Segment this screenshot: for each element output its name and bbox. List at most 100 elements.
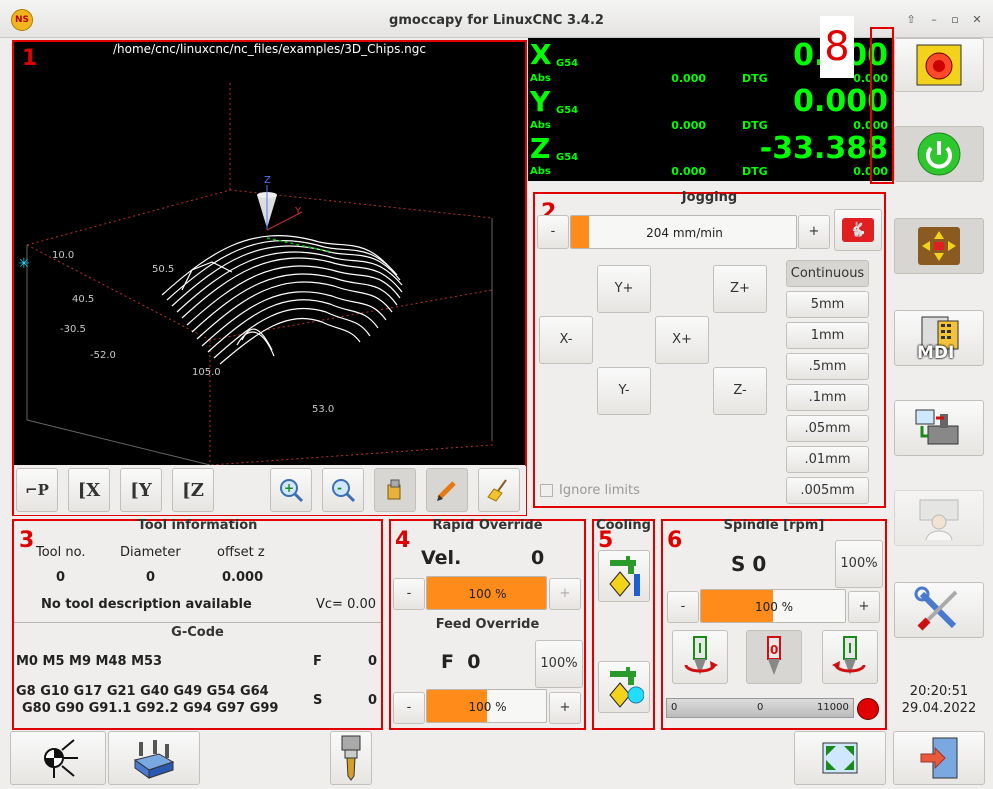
rapid-plus-button[interactable]: + bbox=[549, 578, 581, 610]
divider bbox=[14, 622, 381, 623]
auto-machine-icon bbox=[915, 409, 959, 445]
view-p-icon: ⌐P bbox=[25, 481, 49, 499]
feed-rate-label: F 0 bbox=[441, 651, 481, 673]
view-y-button[interactable]: [Y bbox=[120, 468, 162, 512]
tool-no-header: Tool no. bbox=[36, 545, 86, 560]
jog-speed-bar[interactable]: 204 mm/min bbox=[570, 215, 797, 249]
diameter-value: 0 bbox=[146, 570, 156, 585]
zoom-out-icon: - bbox=[332, 479, 356, 503]
offset-z-header: offset z bbox=[217, 545, 265, 560]
increment-5mm[interactable]: 5mm bbox=[786, 291, 869, 318]
mist-coolant-button[interactable] bbox=[598, 661, 650, 713]
increment-0.01mm[interactable]: .01mm bbox=[786, 446, 869, 473]
home-axes-icon bbox=[44, 739, 78, 778]
jog-y-plus-button[interactable]: Y+ bbox=[597, 265, 651, 313]
spindle-forward-button[interactable] bbox=[672, 630, 728, 684]
spindle-reset-button[interactable]: 100% bbox=[835, 540, 883, 588]
dro-y-offset: G54 bbox=[556, 105, 579, 116]
manual-mode-button[interactable] bbox=[894, 218, 984, 274]
f-value: 0 bbox=[368, 654, 378, 669]
home-all-button[interactable] bbox=[10, 731, 106, 785]
minimize-icon[interactable]: – bbox=[927, 14, 941, 26]
jog-speed-plus-button[interactable]: + bbox=[798, 215, 830, 249]
spindle-speed-gauge: 0 0 11000 bbox=[666, 698, 854, 718]
auto-mode-button[interactable] bbox=[894, 400, 984, 456]
flood-coolant-button[interactable] bbox=[598, 550, 650, 602]
clear-plot-button[interactable] bbox=[478, 468, 520, 512]
jog-speed-value: 204 mm/min bbox=[646, 226, 723, 240]
jog-y-minus-button[interactable]: Y- bbox=[597, 367, 651, 415]
pencil-icon bbox=[437, 481, 456, 501]
increment-1mm[interactable]: 1mm bbox=[786, 322, 869, 349]
dro-z-abs: 0.000 bbox=[671, 165, 706, 178]
close-icon[interactable]: ✕ bbox=[970, 14, 984, 26]
increment-0.005mm[interactable]: .005mm bbox=[786, 477, 869, 504]
emergency-stop-button[interactable] bbox=[894, 38, 984, 92]
drill-bit-icon bbox=[341, 735, 361, 781]
rapid-minus-button[interactable]: - bbox=[393, 578, 425, 610]
fullscreen-button[interactable] bbox=[794, 731, 886, 785]
clear-live-plot-button[interactable] bbox=[374, 468, 416, 512]
tool-change-button[interactable] bbox=[330, 731, 372, 785]
rapid-override-title: Rapid Override bbox=[432, 518, 543, 533]
spindle-cw-icon bbox=[684, 636, 718, 675]
rapid-override-bar[interactable]: 100 % bbox=[426, 576, 547, 610]
machine-on-button[interactable] bbox=[894, 126, 984, 182]
jogging-title: Jogging bbox=[681, 190, 738, 205]
increment-0.05mm[interactable]: .05mm bbox=[786, 415, 869, 442]
window-up-icon[interactable]: ⇧ bbox=[904, 14, 918, 26]
spindle-title: Spindle [rpm] bbox=[723, 518, 825, 533]
s-value: 0 bbox=[368, 693, 378, 708]
view-z-button[interactable]: [Z bbox=[172, 468, 214, 512]
velocity-label: Vel. bbox=[421, 547, 462, 569]
feed-override-bar[interactable]: 100 % bbox=[426, 689, 547, 723]
settings-mode-button[interactable] bbox=[894, 490, 984, 546]
view-x-button[interactable]: [X bbox=[68, 468, 110, 512]
zoom-out-button[interactable]: - bbox=[322, 468, 364, 512]
dro-z-letter: Z bbox=[530, 132, 551, 165]
spindle-plus-button[interactable]: + bbox=[848, 591, 880, 623]
view-p-button[interactable]: ⌐P bbox=[16, 468, 58, 512]
spindle-stop-button[interactable]: 0 bbox=[746, 630, 802, 684]
active-gcodes-line1: G8 G10 G17 G21 G40 G49 G54 G64 bbox=[16, 684, 269, 699]
jog-speed-minus-button[interactable]: - bbox=[537, 215, 569, 249]
cutting-speed: Vc= 0.00 bbox=[316, 597, 377, 612]
dro-x-value[interactable]: 0.000 bbox=[700, 38, 888, 73]
jog-z-plus-button[interactable]: Z+ bbox=[713, 265, 767, 313]
dro-z-value[interactable]: -33.388 bbox=[700, 131, 888, 166]
feed-minus-button[interactable]: - bbox=[393, 692, 425, 724]
mdi-mode-button[interactable]: MDI bbox=[894, 310, 984, 366]
increment-0.1mm[interactable]: .1mm bbox=[786, 384, 869, 411]
increment-0.5mm[interactable]: .5mm bbox=[786, 353, 869, 380]
zoom-in-button[interactable]: + bbox=[270, 468, 312, 512]
wrench-screwdriver-icon bbox=[914, 586, 958, 631]
dro-x-abs-label: Abs bbox=[530, 73, 551, 84]
tool-no-value: 0 bbox=[56, 570, 66, 585]
spindle-speed: S 0 bbox=[731, 552, 767, 576]
dro-y-value[interactable]: 0.000 bbox=[700, 84, 888, 119]
touch-off-button[interactable] bbox=[108, 731, 200, 785]
tool-info-title: Tool information bbox=[137, 518, 258, 533]
rabbit-icon: 🐇 bbox=[842, 218, 874, 242]
estop-icon bbox=[916, 44, 962, 86]
jog-x-plus-button[interactable]: X+ bbox=[655, 316, 709, 364]
feed-plus-button[interactable]: + bbox=[549, 692, 581, 724]
edit-button[interactable] bbox=[426, 468, 468, 512]
active-gcodes-line2: G80 G90 G91.1 G92.2 G94 G97 G99 bbox=[22, 701, 279, 716]
jog-x-minus-button[interactable]: X- bbox=[539, 316, 593, 364]
workpiece-icon bbox=[133, 740, 175, 779]
maximize-icon[interactable]: ▫ bbox=[948, 14, 962, 26]
increment-continuous[interactable]: Continuous bbox=[786, 260, 869, 287]
jog-z-minus-button[interactable]: Z- bbox=[713, 367, 767, 415]
feed-reset-button[interactable]: 100% bbox=[535, 640, 583, 688]
spindle-override-bar[interactable]: 100 % bbox=[700, 589, 846, 623]
tools-settings-button[interactable] bbox=[894, 582, 984, 638]
spindle-reverse-button[interactable] bbox=[822, 630, 878, 684]
ignore-limits-checkbox[interactable] bbox=[540, 484, 553, 497]
jog-turtle-button[interactable]: 🐇 bbox=[834, 209, 882, 251]
exit-button[interactable] bbox=[893, 731, 985, 785]
dro-y-abs-label: Abs bbox=[530, 120, 551, 131]
spindle-minus-button[interactable]: - bbox=[667, 591, 699, 623]
offset-z-value: 0.000 bbox=[222, 570, 264, 585]
broom-icon bbox=[487, 479, 507, 502]
